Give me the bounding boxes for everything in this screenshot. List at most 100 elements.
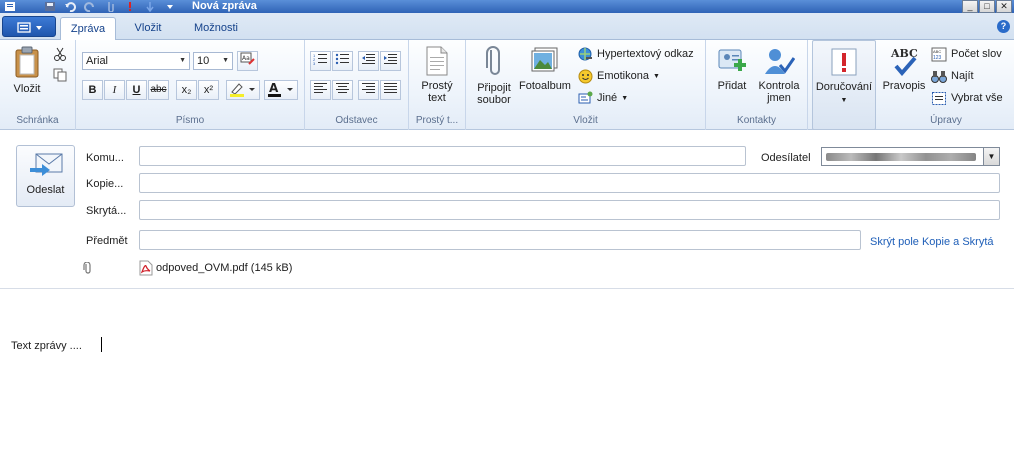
check-names-button[interactable]: Kontrola jmen — [755, 46, 803, 104]
align-right-button[interactable] — [358, 80, 379, 100]
tab-insert[interactable]: Vložit — [124, 17, 172, 40]
insert-other-icon — [578, 91, 593, 103]
tab-options[interactable]: Možnosti — [182, 17, 250, 40]
close-button[interactable]: ✕ — [996, 0, 1012, 13]
paste-label: Vložit — [13, 83, 41, 95]
align-right-icon — [362, 83, 375, 93]
check-names-icon — [765, 49, 795, 74]
spelling-button[interactable]: ABC Pravopis — [880, 46, 928, 92]
superscript-button[interactable]: x² — [198, 80, 219, 100]
help-icon[interactable]: ? — [997, 20, 1010, 33]
font-style-button[interactable]: Aa — [237, 51, 258, 71]
plain-text-button[interactable]: Prostý text — [413, 46, 461, 104]
font-family-value: Arial — [86, 55, 109, 67]
app-menu-button[interactable] — [2, 16, 56, 37]
bcc-label[interactable]: Skrytá... — [86, 204, 126, 218]
ribbon: Vložit Schránka Arial ▼ 10 ▼ Aa B I U abc … — [0, 40, 1014, 130]
justify-button[interactable] — [380, 80, 401, 100]
group-contacts: Přidat Kontrola jmen Kontakty — [706, 40, 808, 130]
cut-icon[interactable] — [53, 47, 67, 61]
select-all-label: Vybrat vše — [951, 92, 1003, 104]
bullet-list-icon — [335, 53, 349, 65]
attachment-item[interactable]: odpoved_OVM.pdf (145 kB) — [139, 260, 292, 276]
other-insert-button[interactable]: Jiné ▼ — [578, 88, 628, 108]
group-plaintext: Prostý text Prostý t... — [409, 40, 466, 130]
attach-file-button[interactable]: Připojit soubor — [471, 46, 517, 106]
cc-field[interactable] — [139, 173, 1000, 193]
chevron-down-icon[interactable]: ▼ — [983, 148, 999, 165]
highlight-button[interactable] — [226, 80, 260, 100]
save-icon[interactable] — [44, 1, 56, 12]
sender-select[interactable]: ▼ — [821, 147, 1000, 166]
select-all-button[interactable]: Vybrat vše — [931, 88, 1003, 108]
font-size-select[interactable]: 10 ▼ — [193, 52, 233, 70]
increase-indent-icon — [384, 54, 397, 64]
bullet-list-button[interactable] — [332, 51, 353, 71]
check-names-label-2: jmen — [767, 92, 791, 104]
align-left-button[interactable] — [310, 80, 331, 100]
decrease-indent-button[interactable] — [358, 51, 379, 71]
group-label-font: Písmo — [175, 115, 205, 126]
find-label: Najít — [951, 70, 974, 82]
paperclip-icon — [83, 262, 91, 274]
paste-button[interactable]: Vložit — [6, 45, 48, 95]
to-field[interactable] — [139, 146, 746, 166]
font-color-button[interactable]: A — [264, 80, 298, 100]
priority-low-quick-icon[interactable] — [144, 1, 156, 12]
subject-field[interactable] — [139, 230, 861, 250]
attach-label-2: soubor — [477, 94, 511, 106]
font-family-select[interactable]: Arial ▼ — [82, 52, 190, 70]
numbered-list-button[interactable]: 123 — [310, 51, 331, 71]
undo-icon[interactable] — [64, 1, 76, 12]
priority-high-quick-icon[interactable] — [124, 1, 136, 12]
underline-button[interactable]: U — [126, 80, 147, 100]
group-label-paragraph: Odstavec — [335, 115, 378, 126]
delivery-button[interactable]: Doručování ▼ — [813, 47, 875, 107]
add-contact-button[interactable]: Přidat — [713, 46, 751, 92]
increase-indent-button[interactable] — [380, 51, 401, 71]
photo-icon — [531, 47, 558, 72]
ribbon-tab-row: Zpráva Vložit Možnosti ? — [0, 13, 1014, 41]
maximize-button[interactable]: □ — [979, 0, 995, 13]
find-button[interactable]: Najít — [931, 66, 974, 86]
clipboard-icon — [15, 46, 39, 78]
copy-icon[interactable] — [53, 68, 67, 82]
paperclip-icon — [486, 46, 500, 75]
italic-button[interactable]: I — [104, 80, 125, 100]
group-insert: Připojit soubor Fotoalbum Hypertextový o… — [466, 40, 706, 130]
hyperlink-label: Hypertextový odkaz — [597, 48, 694, 60]
subject-label: Předmět — [86, 235, 128, 247]
redo-icon[interactable] — [84, 1, 96, 12]
attach-quick-icon[interactable] — [104, 1, 116, 12]
photoalbum-button[interactable]: Fotoalbum — [517, 46, 573, 92]
hyperlink-button[interactable]: Hypertextový odkaz — [578, 44, 694, 64]
photoalbum-label: Fotoalbum — [519, 80, 571, 92]
strikethrough-button[interactable]: abc — [148, 80, 169, 100]
send-label: Odeslat — [26, 184, 65, 196]
app-icon — [5, 2, 15, 11]
emoticon-button[interactable]: Emotikona ▼ — [578, 66, 660, 86]
send-mail-icon — [29, 153, 62, 176]
to-label[interactable]: Komu... — [86, 151, 124, 165]
justify-icon — [384, 83, 397, 93]
cc-label[interactable]: Kopie... — [86, 177, 123, 191]
bold-button[interactable]: B — [82, 80, 103, 100]
globe-link-icon — [578, 47, 592, 60]
send-button[interactable]: Odeslat — [16, 145, 75, 207]
priority-important-icon — [831, 48, 857, 76]
tab-message[interactable]: Zpráva — [60, 17, 116, 41]
svg-text:ABC: ABC — [933, 49, 941, 54]
chevron-down-icon: ▼ — [179, 57, 186, 64]
font-size-value: 10 — [197, 55, 210, 67]
message-body-text[interactable]: Text zprávy .... — [11, 339, 82, 353]
hide-cc-bcc-link[interactable]: Skrýt pole Kopie a Skrytá — [870, 235, 994, 249]
qat-dropdown-icon[interactable] — [164, 1, 176, 12]
document-icon — [426, 46, 448, 76]
word-count-button[interactable]: ABC 123 Počet slov — [931, 44, 1002, 64]
check-names-label-1: Kontrola — [758, 80, 800, 92]
group-editing: ABC Pravopis ABC 123 Počet slov Najít Vyb… — [878, 40, 1014, 130]
align-center-button[interactable] — [332, 80, 353, 100]
bcc-field[interactable] — [139, 200, 1000, 220]
subscript-button[interactable]: x₂ — [176, 80, 197, 100]
minimize-button[interactable]: _ — [962, 0, 978, 13]
